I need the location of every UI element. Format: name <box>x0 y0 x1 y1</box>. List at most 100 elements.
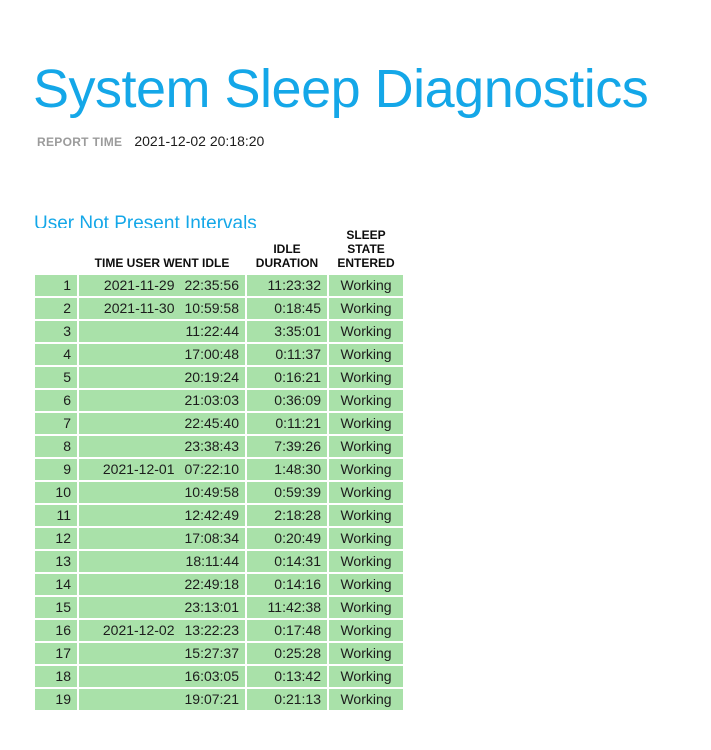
cell-time-user-went-idle: 2021-12-01 07:22:10 <box>79 459 245 480</box>
cell-idle-duration: 11:23:32 <box>247 275 327 296</box>
cell-time-user-went-idle: 22:49:18 <box>79 574 245 595</box>
cell-idle-clock-time: 11:22:44 <box>185 323 239 339</box>
cell-idle-date: 2021-11-30 <box>103 300 175 316</box>
table-row: 12 17:08:34 0:20:49 Working <box>35 528 403 549</box>
cell-sleep-state-entered: Working <box>329 597 403 618</box>
row-index: 15 <box>35 597 77 618</box>
cell-idle-clock-time: 19:07:21 <box>184 691 240 707</box>
column-header-line: ENTERED <box>337 256 395 270</box>
table-row: 16 2021-12-02 13:22:23 0:17:48 Working <box>35 620 403 641</box>
row-index: 14 <box>35 574 77 595</box>
row-index: 19 <box>35 689 77 710</box>
table-row: 17 15:27:37 0:25:28 Working <box>35 643 403 664</box>
cell-sleep-state-entered: Working <box>329 367 403 388</box>
cell-time-user-went-idle: 10:49:58 <box>79 482 245 503</box>
row-index: 8 <box>35 436 77 457</box>
row-index: 17 <box>35 643 77 664</box>
cell-sleep-state-entered: Working <box>329 436 403 457</box>
cell-idle-clock-time: 15:27:37 <box>184 645 240 661</box>
row-index: 11 <box>35 505 77 526</box>
cell-sleep-state-entered: Working <box>329 689 403 710</box>
cell-sleep-state-entered: Working <box>329 505 403 526</box>
row-index: 4 <box>35 344 77 365</box>
cell-idle-clock-time: 17:08:34 <box>184 530 240 546</box>
cell-idle-clock-time: 07:22:10 <box>184 461 240 477</box>
column-header-sleep-state-entered: SLEEP STATE ENTERED <box>329 228 403 273</box>
cell-time-user-went-idle: 2021-11-30 10:59:58 <box>79 298 245 319</box>
cell-idle-duration: 0:14:16 <box>247 574 327 595</box>
cell-idle-clock-time: 21:03:03 <box>184 392 240 408</box>
cell-idle-clock-time: 23:13:01 <box>184 599 240 615</box>
cell-idle-clock-time: 22:35:56 <box>184 277 240 293</box>
column-header-idle-duration: IDLE DURATION <box>247 228 327 273</box>
row-index: 2 <box>35 298 77 319</box>
cell-time-user-went-idle: 17:00:48 <box>79 344 245 365</box>
cell-time-user-went-idle: 23:38:43 <box>79 436 245 457</box>
table-row: 2 2021-11-30 10:59:58 0:18:45 Working <box>35 298 403 319</box>
table-header: TIME USER WENT IDLE IDLE DURATION SLEEP … <box>35 228 403 273</box>
table-row: 1 2021-11-29 22:35:56 11:23:32 Working <box>35 275 403 296</box>
cell-idle-duration: 1:48:30 <box>247 459 327 480</box>
cell-idle-clock-time: 18:11:44 <box>185 553 239 569</box>
cell-sleep-state-entered: Working <box>329 390 403 411</box>
table-row: 7 22:45:40 0:11:21 Working <box>35 413 403 434</box>
column-header-line: IDLE <box>273 242 301 256</box>
cell-time-user-went-idle: 18:11:44 <box>79 551 245 572</box>
cell-idle-clock-time: 10:59:58 <box>184 300 240 316</box>
row-index: 6 <box>35 390 77 411</box>
column-header-time-user-went-idle: TIME USER WENT IDLE <box>79 228 245 273</box>
table-row: 19 19:07:21 0:21:13 Working <box>35 689 403 710</box>
row-index: 7 <box>35 413 77 434</box>
row-index: 12 <box>35 528 77 549</box>
cell-sleep-state-entered: Working <box>329 298 403 319</box>
cell-idle-duration: 0:20:49 <box>247 528 327 549</box>
cell-time-user-went-idle: 12:42:49 <box>79 505 245 526</box>
column-header-line: TIME USER WENT IDLE <box>94 256 230 270</box>
row-index: 18 <box>35 666 77 687</box>
table-row: 6 21:03:03 0:36:09 Working <box>35 390 403 411</box>
cell-idle-duration: 0:13:42 <box>247 666 327 687</box>
table-row: 8 23:38:43 7:39:26 Working <box>35 436 403 457</box>
row-index: 9 <box>35 459 77 480</box>
column-header-line: SLEEP <box>346 228 386 242</box>
cell-idle-duration: 0:14:31 <box>247 551 327 572</box>
table-row: 9 2021-12-01 07:22:10 1:48:30 Working <box>35 459 403 480</box>
column-header-line: DURATION <box>255 256 319 270</box>
table-row: 15 23:13:01 11:42:38 Working <box>35 597 403 618</box>
row-index: 13 <box>35 551 77 572</box>
table-row: 14 22:49:18 0:14:16 Working <box>35 574 403 595</box>
cell-time-user-went-idle: 17:08:34 <box>79 528 245 549</box>
cell-sleep-state-entered: Working <box>329 528 403 549</box>
cell-sleep-state-entered: Working <box>329 459 403 480</box>
cell-idle-duration: 0:59:39 <box>247 482 327 503</box>
cell-idle-date: 2021-11-29 <box>103 277 175 293</box>
table-row: 5 20:19:24 0:16:21 Working <box>35 367 403 388</box>
cell-time-user-went-idle: 15:27:37 <box>79 643 245 664</box>
cell-idle-duration: 0:18:45 <box>247 298 327 319</box>
cell-time-user-went-idle: 20:19:24 <box>79 367 245 388</box>
cell-time-user-went-idle: 22:45:40 <box>79 413 245 434</box>
row-index: 3 <box>35 321 77 342</box>
cell-sleep-state-entered: Working <box>329 666 403 687</box>
user-not-present-intervals-table: TIME USER WENT IDLE IDLE DURATION SLEEP … <box>33 226 405 712</box>
row-index: 1 <box>35 275 77 296</box>
cell-sleep-state-entered: Working <box>329 643 403 664</box>
cell-time-user-went-idle: 11:22:44 <box>79 321 245 342</box>
cell-idle-clock-time: 12:42:49 <box>184 507 240 523</box>
cell-idle-duration: 3:35:01 <box>247 321 327 342</box>
cell-sleep-state-entered: Working <box>329 321 403 342</box>
row-index: 5 <box>35 367 77 388</box>
cell-sleep-state-entered: Working <box>329 275 403 296</box>
cell-idle-duration: 0:16:21 <box>247 367 327 388</box>
table-row: 3 11:22:44 3:35:01 Working <box>35 321 403 342</box>
cell-time-user-went-idle: 21:03:03 <box>79 390 245 411</box>
row-index: 10 <box>35 482 77 503</box>
page-title: System Sleep Diagnostics <box>33 59 649 120</box>
column-header-index <box>35 228 77 273</box>
cell-idle-duration: 0:21:13 <box>247 689 327 710</box>
cell-sleep-state-entered: Working <box>329 413 403 434</box>
report-time-value: 2021-12-02 20:18:20 <box>134 133 265 149</box>
cell-idle-duration: 0:36:09 <box>247 390 327 411</box>
table-row: 11 12:42:49 2:18:28 Working <box>35 505 403 526</box>
report-time-label: REPORT TIME <box>37 135 123 149</box>
